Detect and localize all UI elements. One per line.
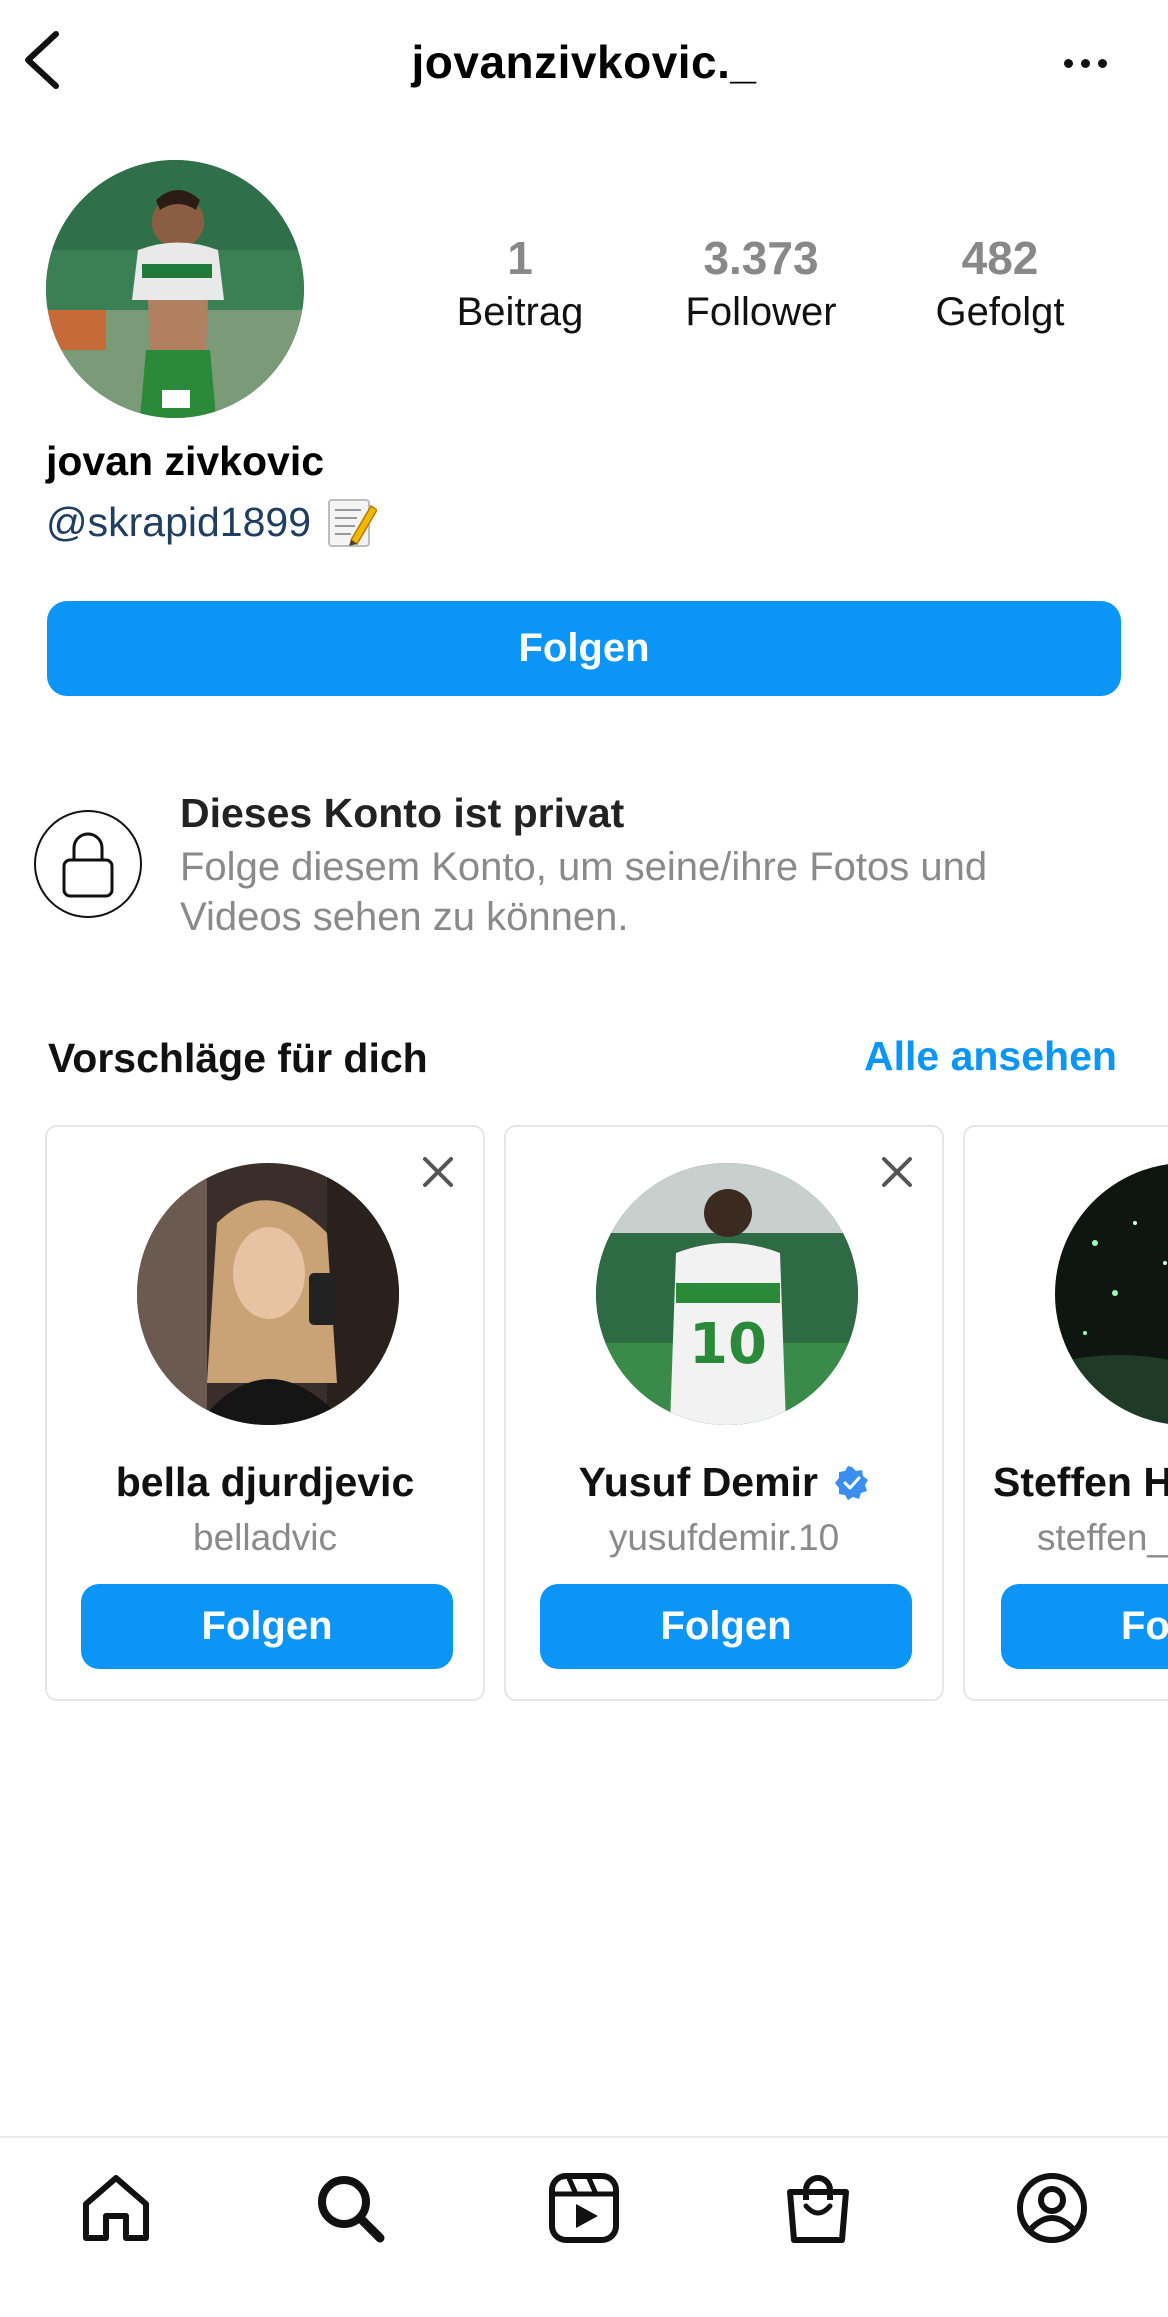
more-dot <box>1097 58 1107 68</box>
more-options-button[interactable] <box>1050 38 1120 88</box>
private-account-title: Dieses Konto ist privat <box>180 790 625 836</box>
stat-followers-label: Follower <box>685 290 837 334</box>
suggestion-username: steffen_ <box>1037 1517 1168 1558</box>
suggestion-name: bella djurdjevic <box>115 1459 415 1505</box>
shop-icon[interactable] <box>780 2170 856 2246</box>
stat-following-label: Gefolgt <box>935 290 1065 334</box>
more-dot <box>1080 58 1090 68</box>
stat-following-value: 482 <box>961 232 1039 284</box>
search-icon[interactable] <box>312 2170 388 2246</box>
stat-followers[interactable]: 3.373 Follower <box>651 230 871 338</box>
suggestion-follow-button[interactable]: Folgen <box>540 1584 912 1669</box>
see-all-link[interactable]: Alle ansehen <box>864 1033 1117 1080</box>
lock-icon-circle <box>34 810 142 918</box>
suggestion-username: yusufdemir.10 <box>608 1517 840 1558</box>
handle-row: @skrapid1899 <box>46 496 377 548</box>
suggestion-card[interactable]: bella djurdjevic belladvic Folgen <box>45 1125 485 1701</box>
close-icon[interactable] <box>880 1155 914 1189</box>
suggestion-name: Steffen H <box>993 1459 1168 1505</box>
suggestion-name-row: Yusuf Demir <box>506 1459 942 1506</box>
memo-icon <box>328 499 377 547</box>
stat-posts-value: 1 <box>507 232 533 284</box>
display-name: jovan zivkovic <box>46 438 325 484</box>
suggestion-follow-button[interactable]: Fo <box>1001 1584 1168 1669</box>
profile-icon[interactable] <box>1014 2170 1090 2246</box>
suggestion-card[interactable]: Steffen H steffen_ Fo <box>963 1125 1168 1701</box>
handle-link[interactable]: @skrapid1899 <box>46 499 311 546</box>
stat-posts[interactable]: 1 Beitrag <box>410 230 630 338</box>
close-icon[interactable] <box>421 1155 455 1189</box>
suggestion-username: belladvic <box>193 1517 337 1558</box>
stat-following[interactable]: 482 Gefolgt <box>890 230 1110 338</box>
suggestion-card[interactable]: 10 Yusuf Demir yusufdemir.10 Folgen <box>504 1125 944 1701</box>
suggestions-title: Vorschläge für dich <box>48 1035 428 1081</box>
follow-button[interactable]: Folgen <box>47 601 1121 696</box>
verified-badge-icon <box>835 1466 869 1500</box>
profile-avatar[interactable] <box>46 160 304 418</box>
suggestion-avatar[interactable] <box>1055 1163 1168 1425</box>
more-dot <box>1063 58 1073 68</box>
lock-icon <box>62 832 114 898</box>
suggestion-name: Yusuf Demir <box>578 1459 818 1505</box>
suggestion-avatar[interactable]: 10 <box>596 1163 858 1425</box>
home-icon[interactable] <box>78 2170 154 2246</box>
stat-followers-value: 3.373 <box>703 232 819 284</box>
reels-icon[interactable] <box>546 2170 622 2246</box>
private-account-description: Folge diesem Konto, um seine/ihre Fotos … <box>180 845 988 939</box>
svg-text:10: 10 <box>689 1312 767 1377</box>
suggestion-avatar[interactable] <box>137 1163 399 1425</box>
stat-posts-label: Beitrag <box>456 290 584 334</box>
suggestion-follow-button[interactable]: Folgen <box>81 1584 453 1669</box>
profile-username-title: jovanzivkovic._ <box>411 36 757 88</box>
